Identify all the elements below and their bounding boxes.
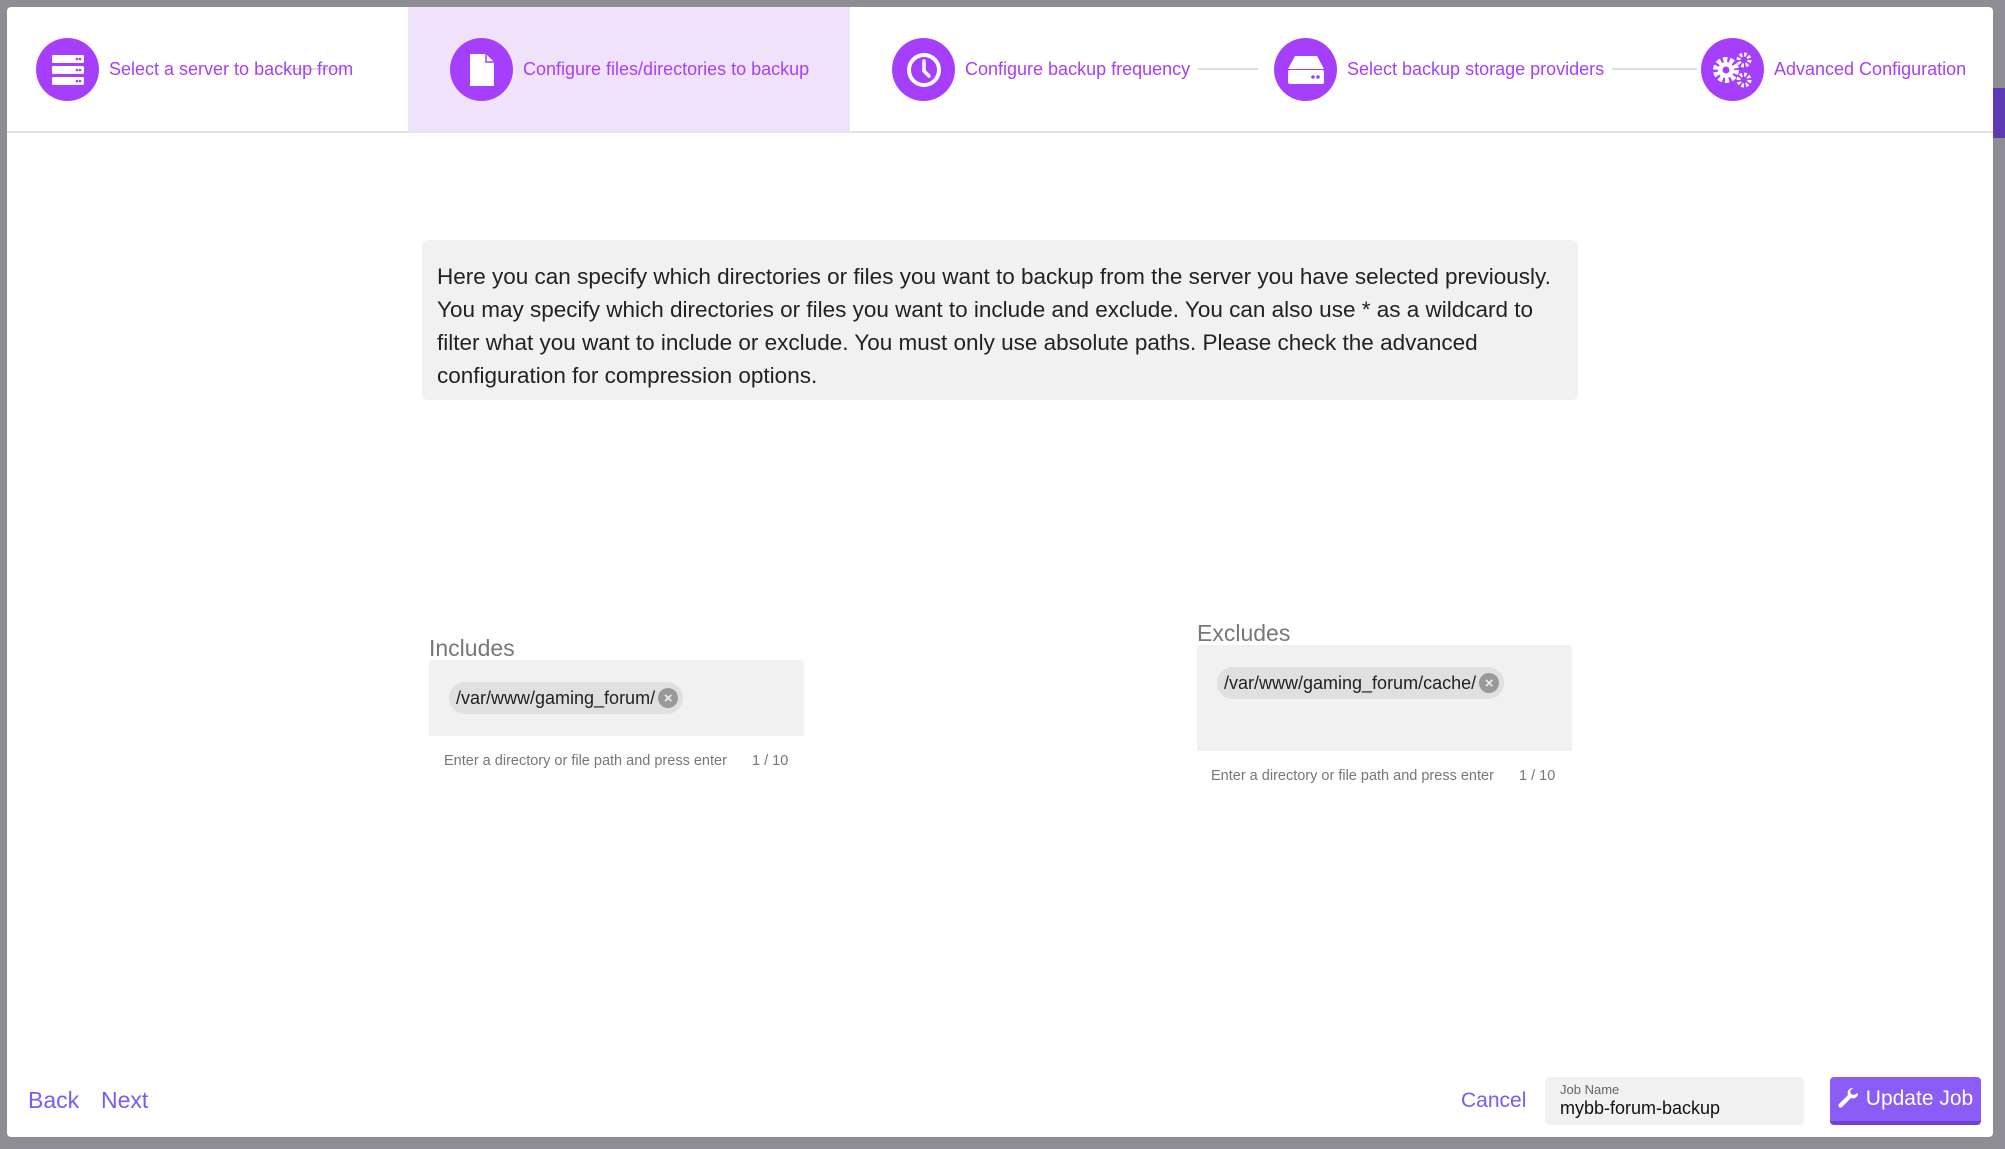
exclude-chip: /var/www/gaming_forum/cache/ × (1217, 667, 1505, 699)
step-label: Select a server to backup from (109, 59, 354, 79)
backup-job-modal: Select a server to backup from Configure… (7, 7, 1993, 1137)
excludes-input[interactable]: /var/www/gaming_forum/cache/ × (1197, 645, 1572, 751)
remove-chip-icon[interactable]: × (658, 688, 679, 708)
excludes-label: Excludes (1197, 620, 1291, 646)
step-connector (1198, 68, 1258, 70)
description-text: Here you can specify which directories o… (422, 240, 1578, 400)
gears-icon (1701, 38, 1764, 101)
step-label: Select backup storage providers (1347, 59, 1605, 79)
step-select-server[interactable]: Select a server to backup from (36, 7, 353, 132)
update-job-label: Update Job (1865, 1087, 1974, 1110)
next-button[interactable]: Next (101, 1087, 148, 1114)
cancel-button[interactable]: Cancel (1461, 1089, 1526, 1113)
hard-drive-icon (1274, 38, 1337, 101)
include-chip: /var/www/gaming_forum/ × (449, 682, 684, 714)
job-name-label: Job Name (1560, 1082, 1620, 1097)
clock-icon (892, 38, 955, 101)
includes-hint: Enter a directory or file path and press… (444, 753, 727, 769)
stepper: Select a server to backup from Configure… (7, 7, 1993, 133)
excludes-count: 1 / 10 (1519, 768, 1556, 784)
file-icon (450, 38, 513, 101)
chip-text: /var/www/gaming_forum/ (456, 687, 656, 708)
job-name-field[interactable]: Job Name mybb-forum-backup (1545, 1077, 1804, 1125)
step-label: Configure files/directories to backup (523, 59, 810, 79)
job-name-value: mybb-forum-backup (1560, 1098, 1721, 1118)
includes-label: Includes (429, 635, 515, 661)
remove-chip-icon[interactable]: × (1479, 673, 1500, 693)
chip-text: /var/www/gaming_forum/cache/ (1224, 672, 1477, 693)
step-connector (1612, 68, 1697, 70)
server-icon (36, 38, 99, 101)
wrench-icon (1838, 1088, 1858, 1108)
includes-input[interactable]: /var/www/gaming_forum/ × (429, 660, 804, 736)
step-backup-frequency[interactable]: Configure backup frequency (892, 7, 1190, 132)
step-storage-providers[interactable]: Select backup storage providers (1274, 7, 1604, 132)
step-label: Configure backup frequency (965, 59, 1191, 79)
step-advanced-config[interactable]: Advanced Configuration (1701, 7, 1966, 132)
step-label: Advanced Configuration (1774, 59, 1967, 79)
includes-count: 1 / 10 (752, 753, 789, 769)
excludes-hint: Enter a directory or file path and press… (1211, 768, 1494, 784)
step-configure-files[interactable]: Configure files/directories to backup (408, 7, 850, 132)
update-job-button[interactable]: Update Job (1830, 1077, 1981, 1125)
background-panel-edge (1993, 88, 2005, 138)
back-button[interactable]: Back (28, 1087, 79, 1114)
